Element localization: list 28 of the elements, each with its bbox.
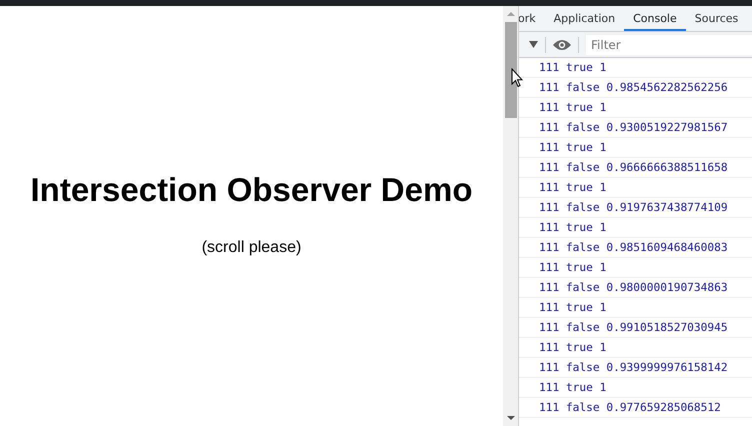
panel-tab[interactable]: Sources <box>686 7 748 31</box>
panel-tab[interactable]: Application <box>544 7 624 31</box>
console-message: 111 true 1 <box>519 378 752 398</box>
scrollbar-thumb[interactable] <box>504 22 516 118</box>
scrollbar[interactable] <box>503 6 519 426</box>
console-message: 111 false 0.977659285068512 <box>519 398 752 418</box>
console-message: 111 false 0.9800000190734863 <box>519 278 752 298</box>
console-message: 111 false 0.9851609468460083 <box>519 238 752 258</box>
console-message: 111 false 0.9300519227981567 <box>519 118 752 138</box>
dropdown-caret-icon[interactable] <box>529 41 538 48</box>
eye-icon[interactable] <box>553 38 571 50</box>
console-message: 111 true 1 <box>519 98 752 118</box>
console-message: 111 true 1 <box>519 178 752 198</box>
console-message: 111 false 0.9197637438774109 <box>519 198 752 218</box>
console-message: 111 false 0.9399999976158142 <box>519 358 752 378</box>
page-heading: Intersection Observer Demo <box>30 171 472 209</box>
console-message: 111 true 1 <box>519 298 752 318</box>
page-subtitle: (scroll please) <box>202 239 302 257</box>
console-message: 111 true 1 <box>519 218 752 238</box>
console-message: 111 true 1 <box>519 258 752 278</box>
console-message: 111 true 1 <box>519 138 752 158</box>
console-message: 111 false 0.9910518527030945 <box>519 318 752 338</box>
console-message: 111 false 0.9666666388511658 <box>519 158 752 178</box>
scroll-down-icon[interactable] <box>506 415 514 421</box>
console-message: 111 true 1 <box>519 58 752 78</box>
filter-field[interactable]: Filter <box>586 34 752 54</box>
console-message: 111 true 1 <box>519 338 752 358</box>
console-message: 111 false 0.9854562282562256 <box>519 78 752 98</box>
